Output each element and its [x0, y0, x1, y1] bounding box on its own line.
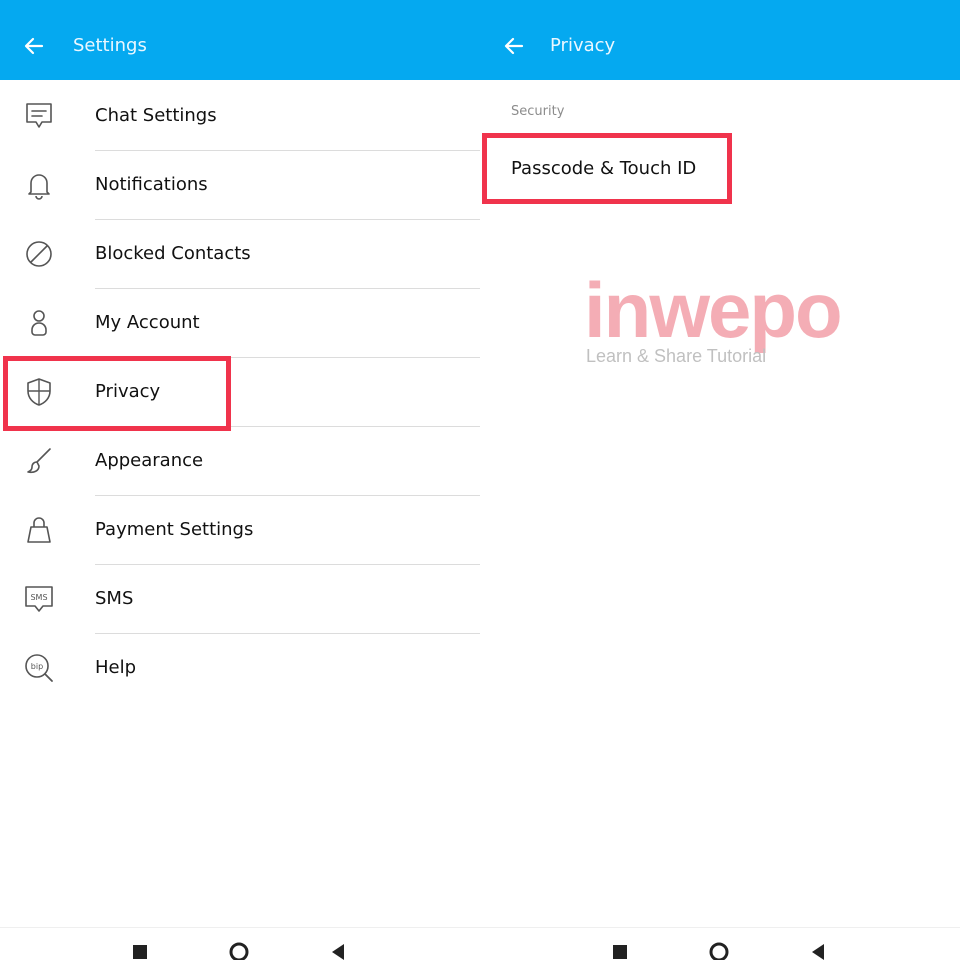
- settings-item-label: Notifications: [95, 174, 208, 195]
- blocked-icon: [26, 241, 52, 267]
- home-circle-icon[interactable]: [709, 942, 729, 960]
- brush-icon: [27, 448, 51, 474]
- settings-item-my-account[interactable]: My Account: [0, 289, 480, 358]
- settings-item-blocked-contacts[interactable]: Blocked Contacts: [0, 220, 480, 289]
- settings-item-label: My Account: [95, 312, 200, 333]
- settings-item-label: Appearance: [95, 450, 204, 471]
- settings-item-sms[interactable]: SMS SMS: [0, 565, 480, 634]
- recents-square-icon[interactable]: [610, 942, 630, 960]
- settings-item-payment-settings[interactable]: Payment Settings: [0, 496, 480, 565]
- settings-item-label: Blocked Contacts: [95, 243, 251, 264]
- help-icon-text: bip: [31, 662, 43, 671]
- watermark: inwepo Learn & Share Tutorial: [584, 270, 884, 370]
- person-icon: [31, 310, 47, 336]
- watermark-brand: inwepo: [584, 266, 843, 354]
- home-circle-icon[interactable]: [229, 942, 249, 960]
- settings-item-notifications[interactable]: Notifications: [0, 151, 480, 220]
- help-icon: bip: [25, 654, 53, 682]
- privacy-screen: Privacy Security Passcode & Touch ID inw…: [480, 0, 960, 960]
- navigation-bar: [480, 927, 960, 960]
- navigation-bar: [0, 927, 480, 960]
- settings-title: Settings: [73, 35, 147, 56]
- recents-square-icon[interactable]: [130, 942, 150, 960]
- settings-screen: Settings Chat Settings Notifications Blo: [0, 0, 480, 960]
- back-arrow-icon[interactable]: [502, 34, 526, 58]
- settings-item-appearance[interactable]: Appearance: [0, 427, 480, 496]
- privacy-title: Privacy: [550, 35, 616, 56]
- settings-item-help[interactable]: bip Help: [0, 634, 480, 703]
- back-arrow-icon[interactable]: [22, 34, 46, 58]
- settings-item-label: Help: [95, 657, 137, 678]
- security-section-header: Security: [511, 104, 565, 119]
- passcode-highlight-box: [482, 133, 732, 204]
- chat-icon: [26, 103, 52, 128]
- watermark-tagline: Learn & Share Tutorial: [586, 346, 767, 366]
- settings-item-label: Payment Settings: [95, 519, 254, 540]
- settings-header: Settings: [0, 0, 480, 80]
- settings-item-label: SMS: [95, 588, 134, 609]
- back-triangle-icon[interactable]: [328, 942, 348, 960]
- settings-item-label: Chat Settings: [95, 105, 217, 126]
- sms-icon-text: SMS: [30, 593, 47, 602]
- privacy-header: Privacy: [480, 0, 960, 80]
- settings-item-chat-settings[interactable]: Chat Settings: [0, 82, 480, 151]
- sms-icon: SMS: [25, 586, 53, 612]
- bell-icon: [28, 174, 50, 200]
- back-triangle-icon[interactable]: [808, 942, 828, 960]
- privacy-highlight-box: [3, 356, 231, 431]
- bag-icon: [27, 517, 51, 543]
